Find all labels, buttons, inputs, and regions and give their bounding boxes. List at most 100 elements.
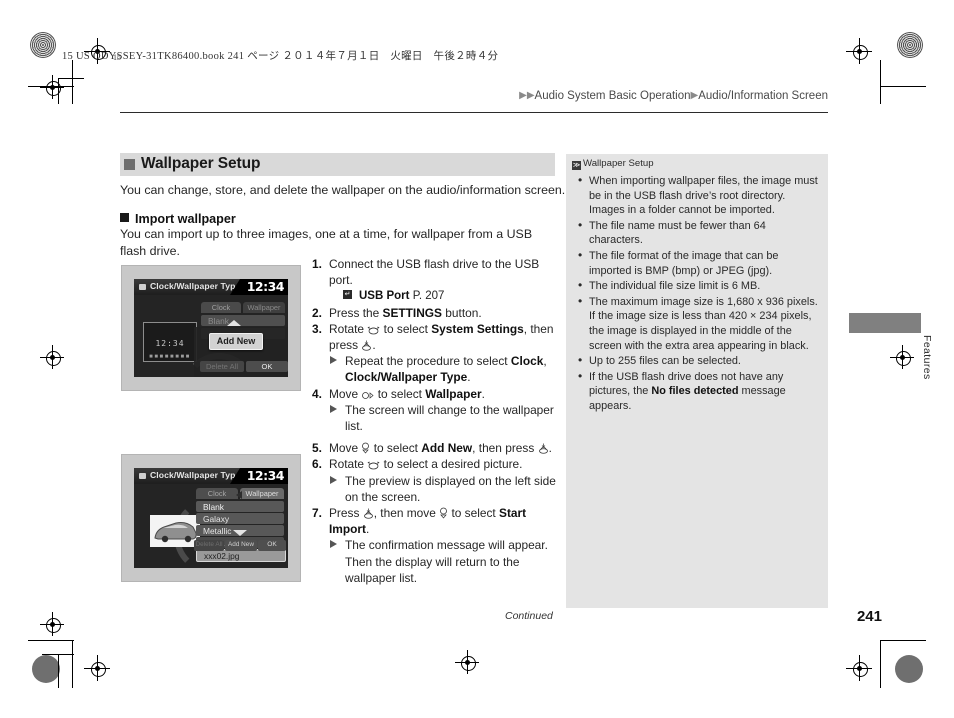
step-3-sub-mid: , <box>543 354 547 369</box>
tab-wallpaper-2[interactable]: Wallpaper <box>240 488 284 499</box>
sub-arrow-icon <box>330 540 337 549</box>
step-7-mid: , then move <box>373 506 440 521</box>
device-screen-2: Clock/Wallpaper Type 12:34 Clock Wallpap… <box>134 468 288 568</box>
tab-clock-label-2: Clock <box>207 489 227 498</box>
step-4-post: . <box>481 386 485 401</box>
breadcrumb-arrow-icon: ▶ <box>519 90 527 101</box>
note-item-last: If the USB flash drive does not have any… <box>578 369 818 414</box>
tab-wallpaper-1[interactable]: Wallpaper <box>243 302 285 313</box>
step-6-pre: Rotate <box>329 457 368 472</box>
side-tab-marker <box>849 313 921 333</box>
registration-cross-mid-left <box>40 345 64 369</box>
tab-wallpaper-label-2: Wallpaper <box>245 489 279 498</box>
notes-panel: ≫Wallpaper Setup When importing wallpape… <box>566 154 828 608</box>
list-item[interactable]: Blank <box>201 315 285 326</box>
press-knob-icon <box>363 507 374 519</box>
step-6: 6. Rotate to select a desired picture. T… <box>312 456 562 505</box>
step-3-end: . <box>372 338 376 353</box>
registration-cross-top-right <box>846 38 872 64</box>
page-title: Wallpaper Setup <box>141 155 261 172</box>
registration-cross-left <box>40 75 64 99</box>
delete-all-label-1: Delete All <box>205 362 239 371</box>
note-item: When importing wallpaper files, the imag… <box>578 173 818 218</box>
header-rule <box>120 112 828 113</box>
step-5: 5. Move to select Add New, then press . <box>312 440 562 456</box>
notes-panel-title-text: Wallpaper Setup <box>583 158 654 169</box>
step-7-pre: Press <box>329 506 363 521</box>
sub-arrow-icon <box>330 404 337 413</box>
step-6-sub: The preview is displayed on the left sid… <box>329 473 562 505</box>
list-item[interactable]: Blank <box>196 501 284 512</box>
subsection-body-text: You can import up to three images, one a… <box>120 227 533 258</box>
crop-mark-bottom-left <box>28 640 80 698</box>
device-screen-1: Clock/Wallpaper Type 12:34 12:34 ■■■■■■■… <box>134 279 288 377</box>
step-1: 1. Connect the USB flash drive to the US… <box>312 256 562 305</box>
tab-clock-1[interactable]: Clock <box>201 302 241 313</box>
step-4-number: 4. <box>312 386 322 401</box>
step-7-number: 7. <box>312 506 322 521</box>
popup-caret-up-icon-1 <box>227 320 241 326</box>
move-right-icon <box>361 388 374 399</box>
side-tab-label: Features <box>921 335 933 380</box>
list-item[interactable]: Galaxy <box>196 513 284 524</box>
step-7-sub: The confirmation message will appear. Th… <box>329 537 562 586</box>
registration-cross-bottom-right <box>846 655 872 681</box>
list-item-label: Metallic <box>203 526 232 536</box>
rotate-knob-icon <box>367 458 380 470</box>
system-settings-ref: System Settings <box>431 321 524 336</box>
continued-note: Continued <box>505 610 553 622</box>
step-3-sub-post: . <box>467 370 471 385</box>
rotate-knob-icon <box>367 323 380 335</box>
step-5-pre: Move <box>329 441 362 456</box>
section-lead-text: You can change, store, and delete the wa… <box>120 183 566 197</box>
sub-arrow-icon <box>330 475 337 484</box>
step-5-mid: to select <box>370 441 422 456</box>
step-3-sub: Repeat the procedure to select Clock, Cl… <box>329 353 562 385</box>
screen-buttons-1: Delete All OK <box>200 361 288 372</box>
delete-all-button-2[interactable]: Delete All <box>194 540 224 551</box>
screenshot-figure-2: Clock/Wallpaper Type 12:34 Clock Wallpap… <box>121 454 301 582</box>
add-new-button-1[interactable]: Add New <box>209 333 263 350</box>
screen-tabs-1: Clock Wallpaper <box>201 302 285 313</box>
breadcrumb-item-2: Audio/Information Screen <box>698 90 828 102</box>
note-item: The file name must be fewer than 64 char… <box>578 218 818 248</box>
preview-dots-graphic-1: ■■■■■■■■ <box>149 354 191 360</box>
ok-button-2[interactable]: OK <box>258 540 286 551</box>
note-item: The maximum image size is 1,680 x 936 pi… <box>578 294 818 353</box>
sub-arrow-icon <box>330 356 337 365</box>
instruction-steps: 1. Connect the USB flash drive to the US… <box>312 256 562 586</box>
subheading-square-icon <box>120 213 129 222</box>
settings-button-ref: SETTINGS <box>382 305 442 320</box>
add-new-label-2: Add New <box>228 541 254 548</box>
list-item-label: xxx02.jpg <box>204 551 240 561</box>
step-5-number: 5. <box>312 441 322 456</box>
screenshot-figure-1: Clock/Wallpaper Type 12:34 12:34 ■■■■■■■… <box>121 265 301 391</box>
list-caret-down-icon-2 <box>233 530 247 536</box>
step-7-sub-text: The confirmation message will appear. Th… <box>345 538 548 585</box>
move-down-icon <box>439 507 448 519</box>
step-7-mid2: to select <box>448 506 500 521</box>
subsection-title: Import wallpaper <box>135 212 236 226</box>
add-new-ref: Add New <box>421 441 473 456</box>
step-4-pre: Move <box>329 386 362 401</box>
delete-all-button-1[interactable]: Delete All <box>200 361 244 372</box>
press-knob-icon <box>538 442 549 454</box>
tab-wallpaper-label-1: Wallpaper <box>247 303 281 312</box>
ok-button-1[interactable]: OK <box>246 361 288 372</box>
notes-list: When importing wallpaper files, the imag… <box>578 173 818 415</box>
step-4-sub-text: The screen will change to the wallpaper … <box>345 402 554 434</box>
add-new-label-1: Add New <box>216 336 256 346</box>
clock-ref: Clock <box>510 354 544 369</box>
no-files-detected-message: No files detected <box>651 385 739 398</box>
note-item-last-text: If the USB flash drive does not have any… <box>589 370 786 412</box>
step-4-mid: to select <box>374 386 426 401</box>
list-item-label: Galaxy <box>203 514 230 524</box>
step-1-ref-page: P. 207 <box>412 290 445 303</box>
step-2-pre: Press the <box>329 305 383 320</box>
step-3: 3. Rotate to select System Settings, the… <box>312 321 562 386</box>
tab-clock-2[interactable]: Clock <box>196 488 238 499</box>
screen-tabs-2: Clock Wallpaper <box>196 488 284 499</box>
add-new-button-2[interactable]: Add New <box>225 540 257 551</box>
step-3-sub-pre: Repeat the procedure to select <box>345 354 511 369</box>
step-5-post: , then press <box>472 441 538 456</box>
